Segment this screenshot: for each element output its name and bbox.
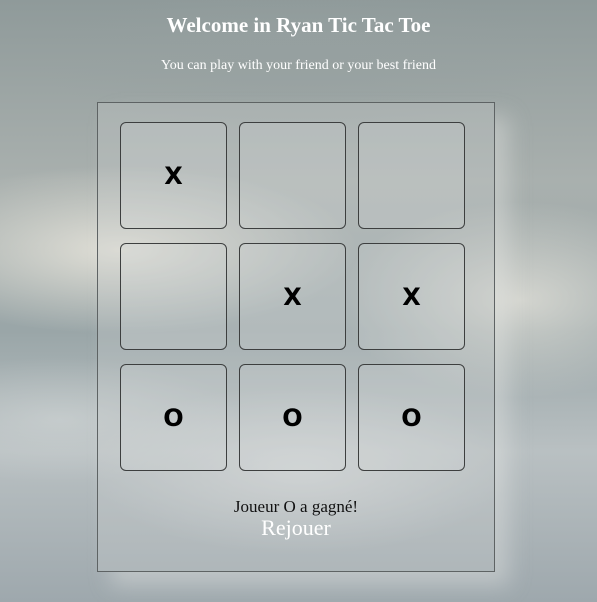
board-cell-1[interactable]: X — [120, 122, 227, 229]
board-cell-2[interactable] — [239, 122, 346, 229]
board-cell-6[interactable]: X — [358, 243, 465, 350]
tic-tac-toe-grid: X X X O O O — [120, 122, 465, 471]
board-cell-5[interactable]: X — [239, 243, 346, 350]
board-cell-8[interactable]: O — [239, 364, 346, 471]
replay-button[interactable]: Rejouer — [98, 515, 494, 541]
page-subtitle: You can play with your friend or your be… — [160, 58, 437, 73]
board-cell-3[interactable] — [358, 122, 465, 229]
game-status: Joueur O a gagné! — [233, 497, 359, 516]
board-cell-4[interactable] — [120, 243, 227, 350]
board-cell-7[interactable]: O — [120, 364, 227, 471]
game-panel: X X X O O O Joueur O a gagné! Rejouer — [97, 102, 495, 572]
board-cell-9[interactable]: O — [358, 364, 465, 471]
page-title: Welcome in Ryan Tic Tac Toe — [166, 13, 431, 37]
